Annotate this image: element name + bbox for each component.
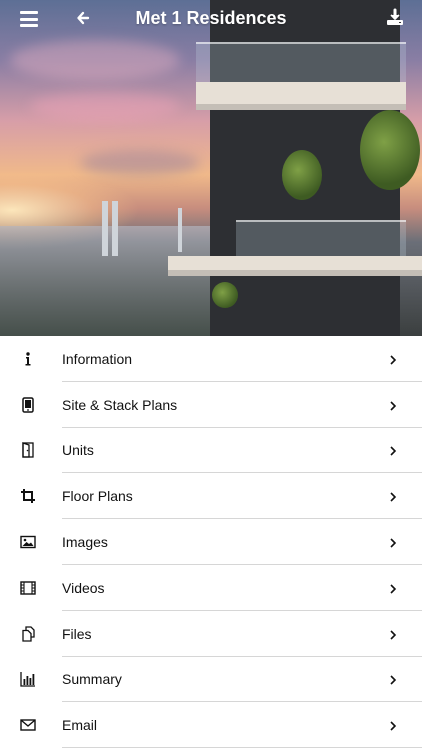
crop-icon	[20, 488, 36, 504]
cloud	[30, 92, 180, 120]
cloud	[80, 150, 200, 176]
menu-item-label: Email	[62, 717, 98, 734]
menu-list: Information Site & Stack Plans Units Flo…	[0, 336, 422, 749]
balcony-slab	[168, 256, 422, 276]
chevron-right-icon	[388, 719, 398, 731]
chevron-right-icon	[388, 628, 398, 640]
menu-item-label: Units	[62, 442, 94, 459]
menu-item-label: Information	[62, 350, 133, 367]
door-icon	[20, 442, 36, 459]
kl-tower	[178, 208, 182, 252]
tree	[212, 282, 238, 308]
menu-item-images[interactable]: Images	[0, 519, 422, 565]
chevron-right-icon	[388, 444, 398, 457]
page-title: Met 1 Residences	[135, 8, 287, 28]
tablet-icon	[20, 396, 36, 413]
email-icon	[20, 717, 36, 733]
image-icon	[20, 534, 36, 550]
chevron-right-icon	[388, 490, 398, 502]
menu-item-label: Site & Stack Plans	[62, 396, 178, 413]
balcony-slab	[196, 82, 406, 110]
balcony-glass	[236, 220, 406, 256]
files-icon	[20, 626, 36, 642]
tree	[360, 110, 420, 190]
chevron-right-icon	[388, 536, 398, 548]
chevron-right-icon	[388, 582, 398, 594]
menu-item-email[interactable]: Email	[0, 702, 422, 749]
menu-item-site-stack-plans[interactable]: Site & Stack Plans	[0, 382, 422, 428]
info-icon	[20, 351, 36, 367]
menu-item-label: Images	[62, 534, 108, 551]
download-icon[interactable]	[386, 8, 404, 26]
twin-tower	[102, 201, 108, 256]
chevron-right-icon	[388, 399, 398, 411]
divider	[62, 747, 422, 749]
chevron-right-icon	[388, 353, 398, 365]
balcony-glass	[196, 42, 406, 82]
film-icon	[20, 580, 36, 596]
menu-item-files[interactable]: Files	[0, 611, 422, 657]
tree	[282, 150, 322, 200]
chevron-right-icon	[388, 673, 398, 686]
menu-item-label: Summary	[62, 671, 122, 688]
hero-image: Met 1 Residences	[0, 0, 422, 336]
menu-item-label: Files	[62, 625, 92, 642]
menu-item-label: Videos	[62, 579, 105, 596]
twin-tower	[112, 201, 118, 256]
top-bar: Met 1 Residences	[0, 0, 422, 38]
menu-item-summary[interactable]: Summary	[0, 657, 422, 703]
menu-item-floor-plans[interactable]: Floor Plans	[0, 473, 422, 520]
city-skyline	[0, 226, 240, 336]
bar-chart-icon	[20, 671, 36, 688]
menu-item-videos[interactable]: Videos	[0, 565, 422, 611]
menu-item-information[interactable]: Information	[0, 336, 422, 382]
menu-item-units[interactable]: Units	[0, 428, 422, 474]
menu-item-label: Floor Plans	[62, 488, 133, 505]
cloud	[10, 40, 180, 80]
